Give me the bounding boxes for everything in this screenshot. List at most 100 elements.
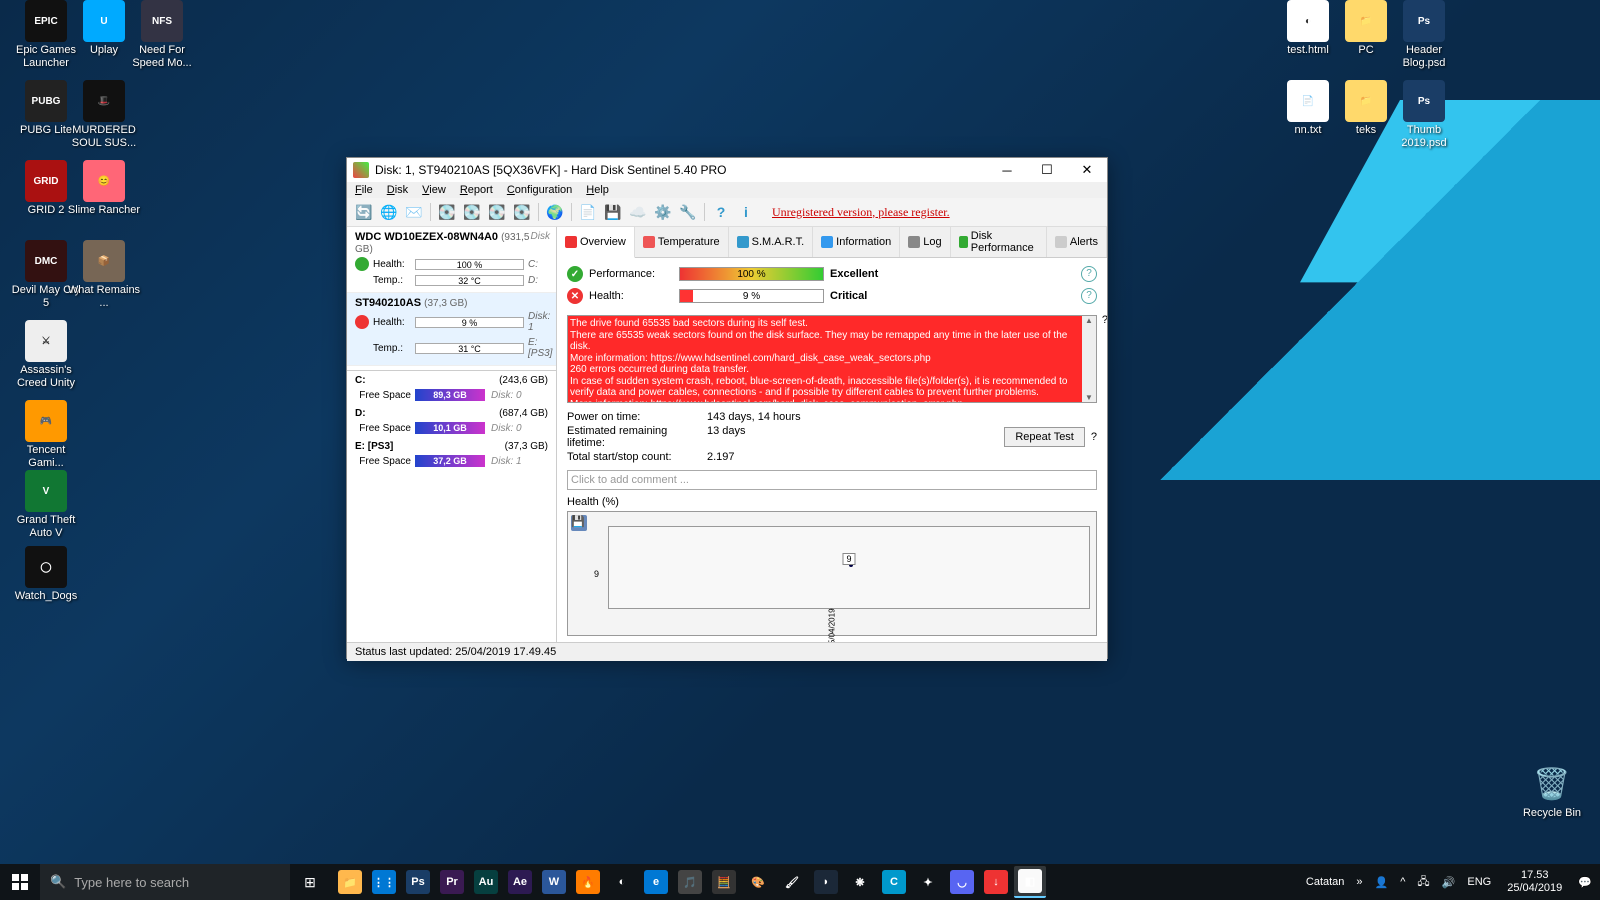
- taskbar-vscode[interactable]: ⋮⋮: [368, 866, 400, 898]
- taskbar-hdsentinel[interactable]: ◧: [1014, 866, 1046, 898]
- tab-smart[interactable]: S.M.A.R.T.: [729, 227, 814, 257]
- taskbar-app3[interactable]: ✦: [912, 866, 944, 898]
- notifications-icon[interactable]: 💬: [1574, 876, 1596, 889]
- desktop-icon[interactable]: 🎩 MURDERED SOUL SUS...: [66, 80, 142, 149]
- menu-item[interactable]: Report: [460, 184, 493, 196]
- tab-overview[interactable]: Overview: [557, 227, 635, 258]
- start-button[interactable]: [0, 864, 40, 900]
- desktop-icon[interactable]: ◯ Watch_Dogs: [8, 546, 84, 603]
- taskbar-app1[interactable]: ❋: [844, 866, 876, 898]
- taskbar-calculator[interactable]: 🧮: [708, 866, 740, 898]
- clock[interactable]: 17.53 25/04/2019: [1499, 869, 1570, 895]
- help-icon[interactable]: ?: [1081, 266, 1097, 282]
- scrollbar[interactable]: [1082, 316, 1096, 402]
- web-icon[interactable]: 🌍: [544, 201, 566, 223]
- disk3-icon[interactable]: 💽: [486, 201, 508, 223]
- taskbar-paint3d[interactable]: 🖌: [776, 866, 808, 898]
- help-icon[interactable]: ?: [1081, 288, 1097, 304]
- taskbar-after-effects[interactable]: Ae: [504, 866, 536, 898]
- alert-message[interactable]: The drive found 65535 bad sectors during…: [567, 315, 1097, 403]
- tab-log[interactable]: Log: [900, 227, 950, 257]
- title-bar[interactable]: Disk: 1, ST940210AS [5QX36VFK] - Hard Di…: [347, 158, 1107, 182]
- volume-row[interactable]: C:(243,6 GB) Free Space89,3 GBDisk: 0: [347, 371, 556, 404]
- people-icon[interactable]: 👤: [1371, 876, 1393, 889]
- tab-temperature[interactable]: Temperature: [635, 227, 729, 257]
- taskbar-chrome[interactable]: ◐: [606, 866, 638, 898]
- save-icon[interactable]: 💾: [602, 201, 624, 223]
- disk1-icon[interactable]: 💽: [436, 201, 458, 223]
- unregistered-link[interactable]: Unregistered version, please register.: [772, 205, 950, 220]
- taskbar-steam[interactable]: ◗: [810, 866, 842, 898]
- test-icon[interactable]: 🔧: [677, 201, 699, 223]
- taskbar: 🔍 Type here to search ⊞ 📁 ⋮⋮ Ps Pr Au Ae…: [0, 864, 1600, 900]
- desktop-icon[interactable]: ⚔ Assassin's Creed Unity: [8, 320, 84, 389]
- taskbar-paint[interactable]: 🎨: [742, 866, 774, 898]
- close-button[interactable]: ✕: [1067, 158, 1107, 182]
- repeat-test-button[interactable]: Repeat Test: [1004, 427, 1085, 447]
- app-window: Disk: 1, ST940210AS [5QX36VFK] - Hard Di…: [346, 157, 1108, 659]
- cloud-icon[interactable]: ☁️: [627, 201, 649, 223]
- taskbar-premiere[interactable]: Pr: [436, 866, 468, 898]
- help-icon[interactable]: ?: [710, 201, 732, 223]
- desktop-icon[interactable]: V Grand Theft Auto V: [8, 470, 84, 539]
- cross-icon: [355, 315, 369, 329]
- tab-icon: [908, 236, 920, 248]
- maximize-button[interactable]: ☐: [1027, 158, 1067, 182]
- tab-icon: [821, 236, 833, 248]
- taskbar-firefox[interactable]: 🔥: [572, 866, 604, 898]
- desktop-icon[interactable]: 😊 Slime Rancher: [66, 160, 142, 217]
- disk2-icon[interactable]: 💽: [461, 201, 483, 223]
- network-icon[interactable]: 🖧: [1413, 873, 1433, 892]
- refresh-icon[interactable]: 🔄: [353, 201, 375, 223]
- search-input[interactable]: 🔍 Type here to search: [40, 864, 290, 900]
- chart-title: Health (%): [567, 496, 1097, 508]
- tab-diskperformance[interactable]: Disk Performance: [951, 227, 1047, 257]
- tab-information[interactable]: Information: [813, 227, 900, 257]
- taskbar-discord[interactable]: ◡: [946, 866, 978, 898]
- mail-icon[interactable]: ✉️: [403, 201, 425, 223]
- help-icon[interactable]: ?: [1091, 431, 1097, 443]
- taskbar-download[interactable]: ↓: [980, 866, 1012, 898]
- toolbar: 🔄 🌐 ✉️ 💽 💽 💽 💽 🌍 📄 💾 ☁️ ⚙️ 🔧 ? i Unregis…: [347, 198, 1107, 227]
- help-icon[interactable]: ?: [1102, 314, 1107, 326]
- taskbar-word[interactable]: W: [538, 866, 570, 898]
- taskbar-audition[interactable]: Au: [470, 866, 502, 898]
- recycle-bin[interactable]: 🗑️ Recycle Bin: [1514, 763, 1590, 820]
- chevron-right-icon[interactable]: »: [1352, 876, 1366, 888]
- taskbar-photoshop[interactable]: Ps: [402, 866, 434, 898]
- taskbar-file-explorer[interactable]: 📁: [334, 866, 366, 898]
- tab-alerts[interactable]: Alerts: [1047, 227, 1107, 257]
- volume-row[interactable]: D:(687,4 GB) Free Space10,1 GBDisk: 0: [347, 404, 556, 437]
- gear-icon[interactable]: ⚙️: [652, 201, 674, 223]
- menu-item[interactable]: View: [422, 184, 446, 196]
- comment-input[interactable]: Click to add comment ...: [567, 470, 1097, 490]
- menu-item[interactable]: File: [355, 184, 373, 196]
- note-tray[interactable]: Catatan: [1302, 876, 1349, 888]
- desktop-icon[interactable]: 🎮 Tencent Gami...: [8, 400, 84, 469]
- save-chart-icon[interactable]: 💾: [571, 515, 587, 531]
- cross-icon: ✕: [567, 288, 583, 304]
- desktop-icon[interactable]: Ps Thumb 2019.psd: [1386, 80, 1462, 149]
- menu-item[interactable]: Help: [586, 184, 609, 196]
- status-bar: Status last updated: 25/04/2019 17.49.45: [347, 642, 1107, 661]
- language-indicator[interactable]: ENG: [1463, 876, 1495, 888]
- task-view-button[interactable]: ⊞: [290, 874, 330, 891]
- volume-icon[interactable]: 🔊: [1438, 876, 1460, 889]
- globe-icon[interactable]: 🌐: [378, 201, 400, 223]
- disk-row[interactable]: WDC WD10EZEX-08WN4A0 (931,5 GB)Disk Heal…: [347, 227, 556, 293]
- disk-row[interactable]: ST940210AS (37,3 GB) Health: 9 % Disk: 1…: [347, 293, 556, 366]
- info-icon[interactable]: i: [735, 201, 757, 223]
- menu-item[interactable]: Configuration: [507, 184, 572, 196]
- volume-row[interactable]: E: [PS3](37,3 GB) Free Space37,2 GBDisk:…: [347, 437, 556, 470]
- doc-icon[interactable]: 📄: [577, 201, 599, 223]
- taskbar-app2[interactable]: C: [878, 866, 910, 898]
- disk4-icon[interactable]: 💽: [511, 201, 533, 223]
- chevron-up-icon[interactable]: ^: [1396, 876, 1409, 888]
- taskbar-groove[interactable]: 🎵: [674, 866, 706, 898]
- minimize-button[interactable]: ─: [987, 158, 1027, 182]
- desktop-icon[interactable]: Ps Header Blog.psd: [1386, 0, 1462, 69]
- desktop-icon[interactable]: NFS Need For Speed Mo...: [124, 0, 200, 69]
- desktop-icon[interactable]: 📦 What Remains ...: [66, 240, 142, 309]
- taskbar-edge[interactable]: e: [640, 866, 672, 898]
- menu-item[interactable]: Disk: [387, 184, 408, 196]
